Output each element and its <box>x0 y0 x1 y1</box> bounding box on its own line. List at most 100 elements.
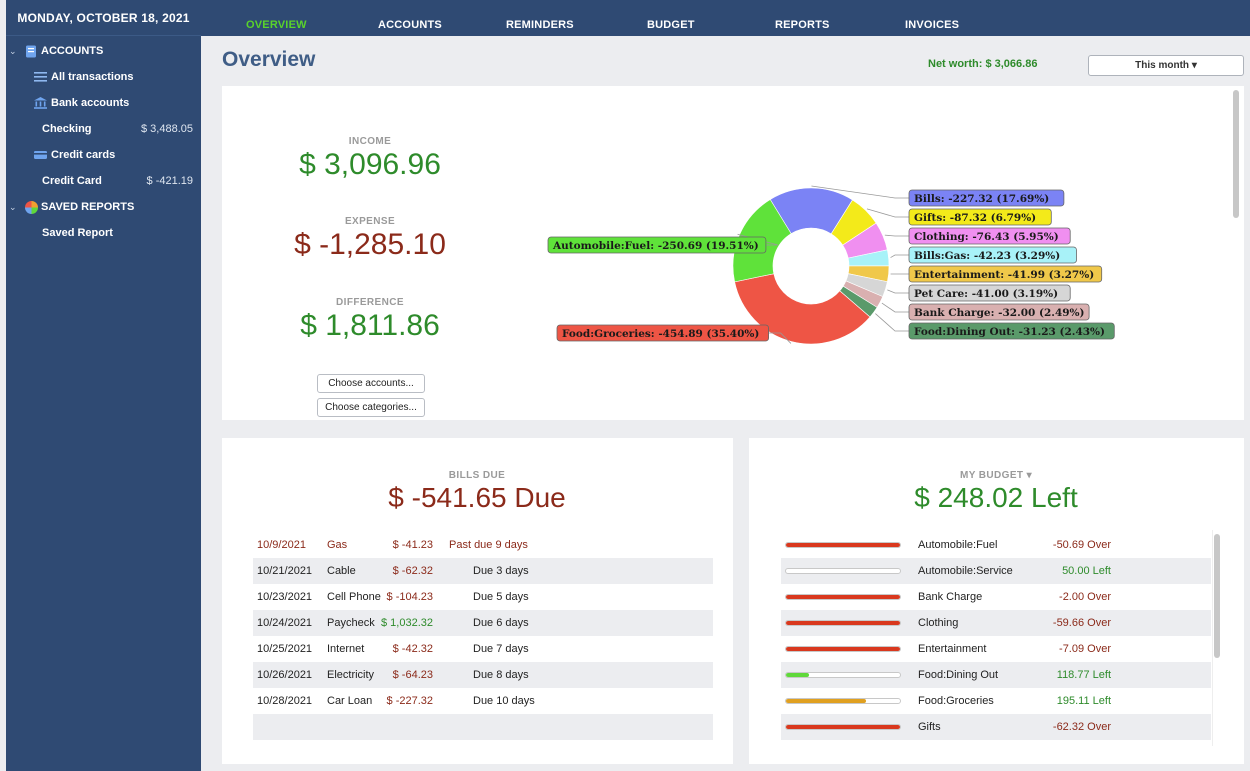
budget-label[interactable]: MY BUDGET ▾ <box>896 470 1096 481</box>
sidebar-accounts-header: ACCOUNTS <box>41 45 104 57</box>
bill-date: 10/26/2021 <box>257 669 313 681</box>
pie-slice-label: Bills: -227.32 (17.69%) <box>914 193 1049 205</box>
account-balance: $ 3,488.05 <box>141 123 193 135</box>
chevron-down-icon[interactable]: ⌄ <box>9 202 17 213</box>
budget-progress-bar <box>785 542 901 548</box>
budget-progress-bar <box>785 672 901 678</box>
budget-status: -50.69 Over <box>1052 539 1111 551</box>
budget-category: Clothing <box>918 617 959 629</box>
overview-scroll-thumb[interactable] <box>1233 90 1239 218</box>
pie-slice-label: Food:Groceries: -454.89 (35.40%) <box>562 328 759 340</box>
tab-invoices[interactable]: INVOICES <box>905 0 959 36</box>
page-title: Overview <box>222 48 316 71</box>
budget-progress-bar <box>785 594 901 600</box>
top-nav: OVERVIEW ACCOUNTS REMINDERS BUDGET REPOR… <box>201 0 1250 36</box>
sidebar-item-label: Credit Card <box>42 175 102 187</box>
budget-row[interactable]: Bank Charge -2.00 Over <box>781 584 1211 610</box>
pie-leader-line <box>875 313 909 332</box>
pie-slice-label: Food:Dining Out: -31.23 (2.43%) <box>914 326 1105 338</box>
tab-reminders[interactable]: REMINDERS <box>506 0 574 36</box>
sidebar-item-credit-cards[interactable]: Credit cards <box>6 144 201 166</box>
budget-row[interactable]: Food:Dining Out 118.77 Left <box>781 662 1211 688</box>
pie-slice-label: Automobile:Fuel: -250.69 (19.51%) <box>552 240 759 252</box>
bill-status: Due 10 days <box>473 695 535 707</box>
tab-accounts[interactable]: ACCOUNTS <box>378 0 442 36</box>
budget-category: Food:Groceries <box>918 695 994 707</box>
budget-row[interactable]: Gifts -62.32 Over <box>781 714 1211 740</box>
budget-progress-bar <box>785 568 901 574</box>
budget-row[interactable]: Automobile:Service 50.00 Left <box>781 558 1211 584</box>
pie-chart-icon <box>24 200 38 214</box>
budget-status: 195.11 Left <box>1056 695 1111 707</box>
sidebar-item-saved-report[interactable]: Saved Report <box>6 222 201 244</box>
bill-date: 10/25/2021 <box>257 643 313 655</box>
sidebar-section-accounts[interactable]: ⌄ ACCOUNTS <box>6 40 201 62</box>
table-row-empty <box>253 714 713 740</box>
budget-progress-bar <box>785 698 901 704</box>
bill-date: 10/21/2021 <box>257 565 313 577</box>
budget-status: -62.32 Over <box>1052 721 1111 733</box>
bill-name: Gas <box>327 539 348 551</box>
tab-budget[interactable]: BUDGET <box>647 0 695 36</box>
budget-status: -2.00 Over <box>1059 591 1111 603</box>
budget-progress-fill <box>786 725 900 729</box>
table-row[interactable]: 10/9/2021 Gas $ -41.23 Past due 9 days <box>253 532 713 558</box>
chevron-down-icon[interactable]: ⌄ <box>9 46 17 57</box>
budget-progress-fill <box>786 543 900 547</box>
pie-slice-label: Pet Care: -41.00 (3.19%) <box>914 288 1058 300</box>
bill-amount: $ -227.32 <box>386 695 433 707</box>
tab-reports[interactable]: REPORTS <box>775 0 830 36</box>
table-row[interactable]: 10/21/2021 Cable $ -62.32 Due 3 days <box>253 558 713 584</box>
list-icon <box>33 71 47 83</box>
budget-status: 118.77 Left <box>1056 669 1111 681</box>
expense-pie-chart: Bills: -227.32 (17.69%) Gifts: -87.32 (6.… <box>547 185 1115 345</box>
budget-progress-fill <box>786 699 866 703</box>
bill-amount: $ -104.23 <box>386 591 433 603</box>
sidebar-item-bank-accounts[interactable]: Bank accounts <box>6 92 201 114</box>
table-row[interactable]: 10/24/2021 Paycheck $ 1,032.32 Due 6 days <box>253 610 713 636</box>
budget-progress-bar <box>785 620 901 626</box>
budget-row[interactable]: Entertainment -7.09 Over <box>781 636 1211 662</box>
budget-progress-bar <box>785 646 901 652</box>
pie-leader-line <box>881 302 909 313</box>
pie-leader-line <box>866 208 909 218</box>
credit-card-icon <box>33 149 47 161</box>
accounts-icon <box>24 45 38 57</box>
budget-row[interactable]: Clothing -59.66 Over <box>781 610 1211 636</box>
pie-slice-label: Gifts: -87.32 (6.79%) <box>914 212 1036 224</box>
budget-progress-fill <box>786 621 900 625</box>
budget-row[interactable]: Automobile:Fuel -50.69 Over <box>781 532 1211 558</box>
table-row[interactable]: 10/28/2021 Car Loan $ -227.32 Due 10 days <box>253 688 713 714</box>
sidebar-item-all-transactions[interactable]: All transactions <box>6 66 201 88</box>
bill-status: Due 3 days <box>473 565 529 577</box>
budget-status: -7.09 Over <box>1059 643 1111 655</box>
bill-amount: $ -42.32 <box>392 643 433 655</box>
table-row[interactable]: 10/25/2021 Internet $ -42.32 Due 7 days <box>253 636 713 662</box>
budget-total: $ 248.02 Left <box>914 482 1078 513</box>
table-row[interactable]: 10/23/2021 Cell Phone $ -104.23 Due 5 days <box>253 584 713 610</box>
bank-icon <box>33 97 47 109</box>
bill-amount: $ -41.23 <box>392 539 433 551</box>
table-row[interactable]: 10/26/2021 Electricity $ -64.23 Due 8 days <box>253 662 713 688</box>
sidebar-saved-reports-header: SAVED REPORTS <box>41 201 135 213</box>
sidebar-item-credit-card[interactable]: Credit Card $ -421.19 <box>6 170 201 192</box>
bill-status: Due 6 days <box>473 617 529 629</box>
sidebar-item-label: Bank accounts <box>51 97 130 109</box>
bill-status: Due 7 days <box>473 643 529 655</box>
tab-overview[interactable]: OVERVIEW <box>246 0 307 36</box>
budget-progress-bar <box>785 724 901 730</box>
budget-row[interactable]: Food:Groceries 195.11 Left <box>781 688 1211 714</box>
budget-status: 50.00 Left <box>1062 565 1111 577</box>
budget-category: Automobile:Service <box>918 565 1013 577</box>
sidebar-section-saved-reports[interactable]: ⌄ SAVED REPORTS <box>6 196 201 218</box>
sidebar-item-checking[interactable]: Checking $ 3,488.05 <box>6 118 201 140</box>
bill-name: Cable <box>327 565 356 577</box>
budget-scroll-thumb[interactable] <box>1214 534 1220 658</box>
sidebar-item-label: Credit cards <box>51 149 116 161</box>
budget-status: -59.66 Over <box>1052 617 1111 629</box>
sidebar-item-label: Checking <box>42 123 92 135</box>
period-select[interactable]: This month ▾ <box>1088 55 1244 76</box>
bill-amount: $ -62.32 <box>392 565 433 577</box>
budget-category: Automobile:Fuel <box>918 539 998 551</box>
net-worth: Net worth: $ 3,066.86 <box>928 58 1038 70</box>
